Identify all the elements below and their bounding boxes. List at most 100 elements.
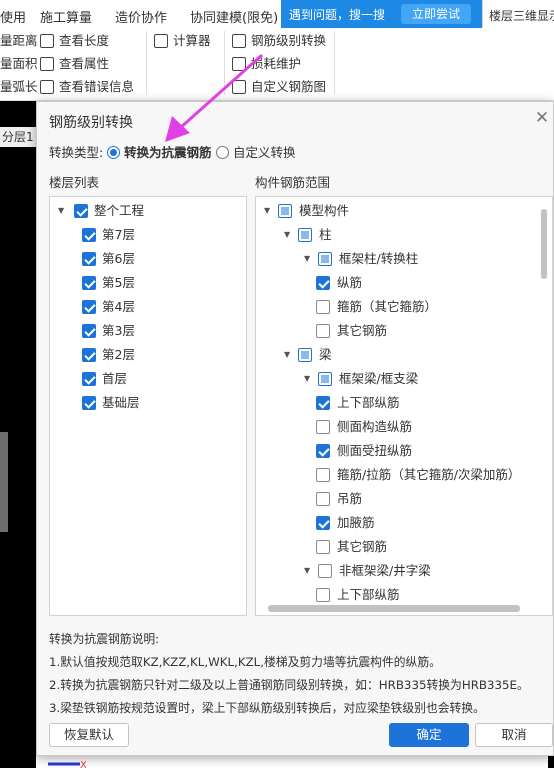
expand-arrow-icon[interactable]: ▼ <box>58 199 64 223</box>
floor-list-item[interactable]: 第4层 <box>50 295 246 319</box>
component-checkbox[interactable] <box>278 204 292 218</box>
floor-checkbox[interactable] <box>82 372 96 386</box>
custom-rebar-chart-button[interactable]: 自定义钢筋图 <box>232 77 326 97</box>
component-checkbox[interactable] <box>318 372 332 386</box>
view-errors-button[interactable]: 查看错误信息 <box>40 77 134 97</box>
component-tree-item[interactable]: 其它钢筋 <box>256 319 536 343</box>
component-checkbox[interactable] <box>316 588 330 602</box>
floor-checkbox[interactable] <box>82 252 96 266</box>
expand-arrow-icon[interactable]: ▼ <box>264 199 270 223</box>
floor-checkbox[interactable] <box>82 228 96 242</box>
radio-seismic-label[interactable]: 转换为抗震钢筋 <box>124 144 212 162</box>
measure-area-button[interactable]: 量面积 <box>0 54 38 74</box>
measure-distance-button[interactable]: 量距离 <box>0 31 38 51</box>
cancel-button[interactable]: 取消 <box>475 723 553 747</box>
horizontal-scrollbar[interactable] <box>268 605 520 612</box>
expand-arrow-icon[interactable]: ▼ <box>284 223 290 247</box>
component-checkbox[interactable] <box>318 564 332 578</box>
floor-list-item[interactable]: 第3层 <box>50 319 246 343</box>
view-errors-icon <box>40 79 54 94</box>
floor-list-item[interactable]: 第5层 <box>50 271 246 295</box>
calculator-icon <box>154 33 168 48</box>
floor-checkbox[interactable] <box>82 276 96 290</box>
restore-default-button[interactable]: 恢复默认 <box>49 723 129 747</box>
tab-floor-3d[interactable]: 楼层三维显示 <box>482 0 554 30</box>
floor-tree-root[interactable]: ▼ 整个工程 <box>50 199 246 223</box>
menu-use[interactable]: 使用 <box>0 7 26 26</box>
expand-arrow-icon[interactable]: ▼ <box>304 559 310 583</box>
measure-arc-button[interactable]: 量弧长 <box>0 77 38 97</box>
component-tree-item[interactable]: 纵筋 <box>256 271 536 295</box>
radio-custom-label[interactable]: 自定义转换 <box>233 144 296 162</box>
floor-label: 第3层 <box>102 323 135 338</box>
close-icon[interactable]: ✕ <box>533 109 551 127</box>
view-properties-button[interactable]: 查看属性 <box>40 54 109 74</box>
convert-type-label: 转换类型: <box>49 145 104 160</box>
app-window: 使用 施工算量 造价协作 协同建模(限免) 遇到问题，搜一搜 立即尝试 楼层三维… <box>0 0 554 768</box>
view-length-label: 查看长度 <box>59 33 110 48</box>
floor-checkbox[interactable] <box>82 396 96 410</box>
component-checkbox[interactable] <box>298 228 312 242</box>
component-tree-item[interactable]: 其它钢筋 <box>256 535 536 559</box>
ok-button[interactable]: 确定 <box>389 723 469 747</box>
floor-list-item[interactable]: 第7层 <box>50 223 246 247</box>
side-panel-handle[interactable] <box>0 432 8 532</box>
component-checkbox[interactable] <box>316 276 330 290</box>
component-tree-item[interactable]: 侧面受扭纵筋 <box>256 439 536 463</box>
floor-checkbox[interactable] <box>82 324 96 338</box>
component-checkbox[interactable] <box>318 252 332 266</box>
floor-checkbox[interactable] <box>82 348 96 362</box>
vertical-scrollbar[interactable] <box>541 209 547 279</box>
view-length-button[interactable]: 查看长度 <box>40 31 109 51</box>
radio-custom[interactable] <box>216 146 229 159</box>
component-label: 箍筋（其它箍筋） <box>337 299 438 314</box>
component-tree-item[interactable]: ▼ 模型构件 <box>256 199 536 223</box>
calculator-button[interactable]: 计算器 <box>154 31 211 51</box>
menu-cost-collab[interactable]: 造价协作 <box>115 7 167 26</box>
component-tree-item[interactable]: 侧面构造纵筋 <box>256 415 536 439</box>
component-tree-item[interactable]: ▼ 非框架梁/井字梁 <box>256 559 536 583</box>
component-checkbox[interactable] <box>316 420 330 434</box>
promo-try-button[interactable]: 立即尝试 <box>401 4 471 24</box>
component-tree-item[interactable]: 箍筋（其它箍筋） <box>256 295 536 319</box>
component-tree-item[interactable]: ▼ 柱 <box>256 223 536 247</box>
expand-arrow-icon[interactable]: ▼ <box>304 247 310 271</box>
floor-checkbox[interactable] <box>82 300 96 314</box>
radio-seismic[interactable] <box>107 146 120 159</box>
menu-construction-quantity[interactable]: 施工算量 <box>40 7 92 26</box>
component-tree-item[interactable]: 上下部纵筋 <box>256 391 536 415</box>
component-tree-item[interactable]: 加腋筋 <box>256 511 536 535</box>
component-label: 吊筋 <box>337 491 363 506</box>
floor-list-item[interactable]: 第6层 <box>50 247 246 271</box>
component-checkbox[interactable] <box>316 516 330 530</box>
view-errors-label: 查看错误信息 <box>59 79 135 94</box>
component-tree-item[interactable]: 上下部纵筋 <box>256 583 536 607</box>
component-checkbox[interactable] <box>316 468 330 482</box>
expand-arrow-icon[interactable]: ▼ <box>284 343 290 367</box>
component-tree-item[interactable]: ▼ 框架柱/转换柱 <box>256 247 536 271</box>
component-checkbox[interactable] <box>316 444 330 458</box>
component-label: 框架梁/框支梁 <box>339 371 419 386</box>
component-checkbox[interactable] <box>316 300 330 314</box>
floor-list-item[interactable]: 基础层 <box>50 391 246 415</box>
component-tree-item[interactable]: 箍筋/拉筋（其它箍筋/次梁加筋） <box>256 463 536 487</box>
rebar-grade-convert-button[interactable]: 钢筋级别转换 <box>232 31 326 51</box>
floor-tab[interactable]: 分层1 <box>0 127 36 147</box>
promo-banner: 遇到问题，搜一搜 立即尝试 <box>281 0 482 28</box>
component-checkbox[interactable] <box>316 396 330 410</box>
dialog-title: 钢筋级别转换 <box>49 115 133 131</box>
component-tree-item[interactable]: 吊筋 <box>256 487 536 511</box>
floor-list-item[interactable]: 第2层 <box>50 343 246 367</box>
component-tree-item[interactable]: ▼ 梁 <box>256 343 536 367</box>
floor-list-panel: ▼ 整个工程 第7层 第6层 第5层 第4层第3层第2层 首层 基础层 <box>49 196 247 616</box>
component-checkbox[interactable] <box>316 492 330 506</box>
component-checkbox[interactable] <box>316 540 330 554</box>
loss-maintenance-button[interactable]: 损耗维护 <box>232 54 301 74</box>
component-checkbox[interactable] <box>316 324 330 338</box>
expand-arrow-icon[interactable]: ▼ <box>304 367 310 391</box>
floor-checkbox[interactable] <box>74 204 88 218</box>
menu-collab-modeling[interactable]: 协同建模(限免) <box>190 7 278 26</box>
component-tree-item[interactable]: ▼ 框架梁/框支梁 <box>256 367 536 391</box>
component-checkbox[interactable] <box>298 348 312 362</box>
floor-list-item[interactable]: 首层 <box>50 367 246 391</box>
